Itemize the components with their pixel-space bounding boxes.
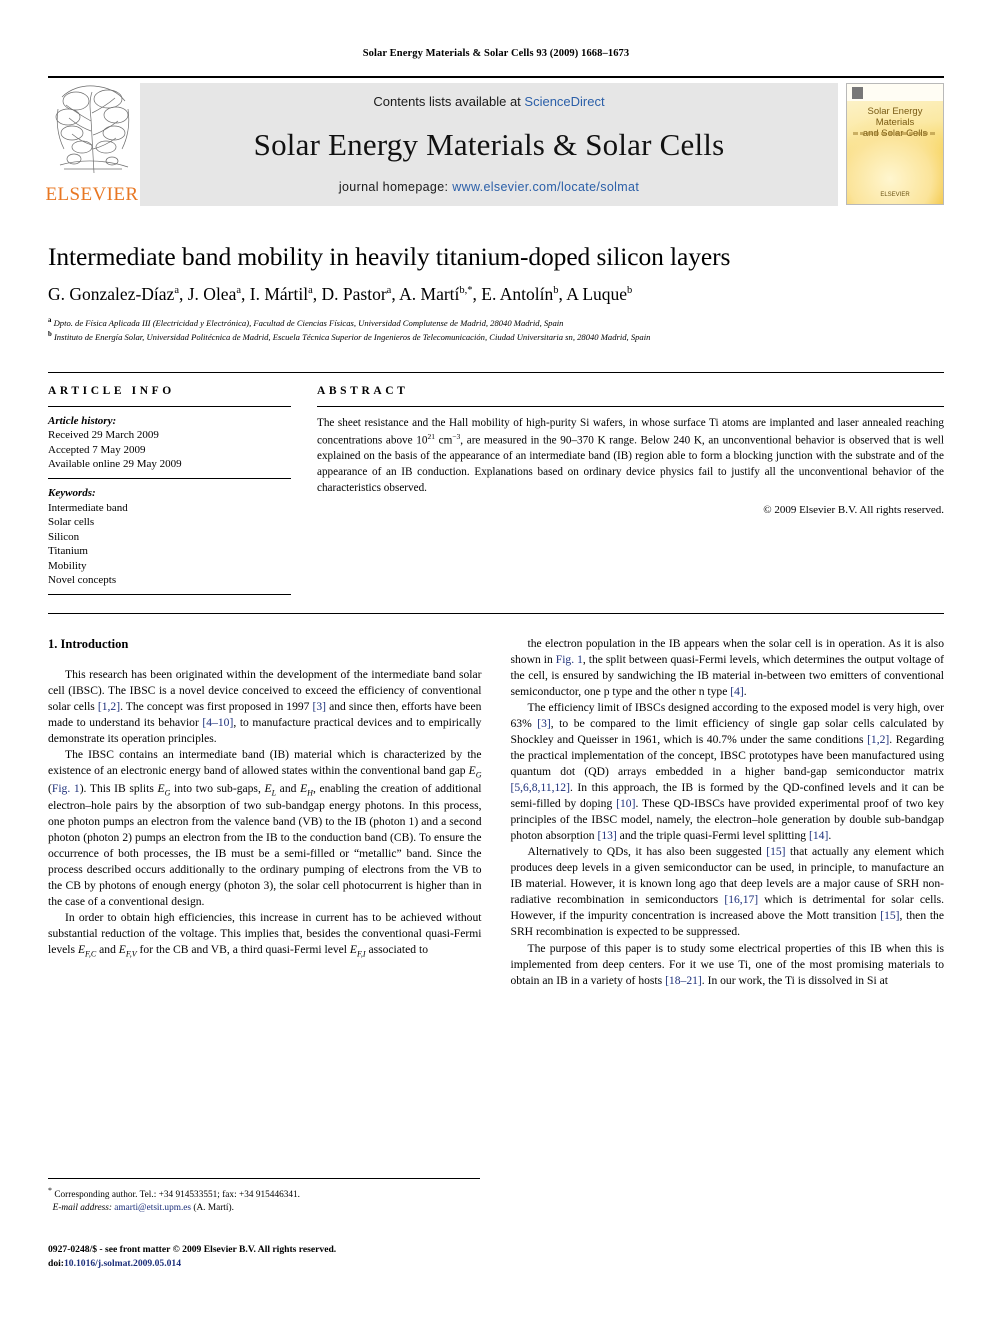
issn-line: 0927-0248/$ - see front matter © 2009 El…	[48, 1244, 337, 1255]
cover-title-line-1: Solar Energy Materials	[867, 106, 923, 128]
doi-link[interactable]: 10.1016/j.solmat.2009.05.014	[64, 1258, 181, 1269]
cover-subtitle-rule	[853, 132, 937, 135]
keyword-item: Solar cells	[48, 516, 95, 529]
email-label: E-mail address:	[52, 1202, 112, 1213]
affiliation-b-text: Instituto de Energía Solar, Universidad …	[53, 331, 651, 342]
title-block: Intermediate band mobility in heavily ti…	[48, 242, 944, 343]
body-divider-rule	[48, 612, 944, 614]
paragraph: In order to obtain high efficiencies, th…	[48, 911, 482, 959]
contents-list-line: Contents lists available at ScienceDirec…	[373, 94, 604, 109]
article-accepted: Accepted 7 May 2009	[48, 443, 146, 456]
affiliations: a Dpto. de Física Aplicada III (Electric…	[48, 316, 944, 343]
running-head: Solar Energy Materials & Solar Cells 93 …	[362, 48, 630, 59]
keyword-item: Intermediate band	[48, 501, 128, 514]
article-info-heading: ARTICLE INFO	[48, 384, 175, 397]
paragraph: The purpose of this paper is to study so…	[510, 941, 945, 987]
section-heading-introduction: 1. Introduction	[48, 636, 129, 651]
body-columns: 1. Introduction This research has been o…	[48, 636, 944, 989]
elsevier-tree-icon	[52, 83, 132, 175]
body-column-left: 1. Introduction This research has been o…	[48, 636, 482, 989]
abstract-copyright: © 2009 Elsevier B.V. All rights reserved…	[763, 504, 944, 517]
info-abstract-band: ARTICLE INFO Article history: Received 2…	[48, 371, 944, 595]
email-link[interactable]: amarti@etsit.upm.es	[114, 1203, 191, 1213]
article-history-block: Article history: Received 29 March 2009 …	[48, 407, 291, 478]
journal-cover-thumbnail: Solar Energy Materials and Solar Cells E…	[846, 83, 944, 205]
elsevier-logo: ELSEVIER	[45, 83, 140, 206]
homepage-prefix: journal homepage:	[338, 180, 453, 194]
keyword-item: Titanium	[48, 545, 88, 558]
journal-cover: Solar Energy Materials and Solar Cells E…	[838, 83, 944, 206]
sciencedirect-link[interactable]: ScienceDirect	[524, 94, 604, 109]
keywords-label: Keywords:	[48, 487, 96, 499]
paragraph: Alternatively to QDs, it has also been s…	[510, 845, 945, 939]
keywords-block: Keywords: Intermediate band Solar cells …	[48, 479, 291, 594]
article-info-rule-bottom	[48, 593, 291, 595]
article-received: Received 29 March 2009	[48, 429, 159, 442]
email-owner: (A. Martí).	[193, 1202, 234, 1213]
paragraph: This research has been originated within…	[48, 667, 482, 746]
paragraph: The efficiency limit of IBSCs designed a…	[510, 700, 945, 843]
cover-elsevier-icon	[852, 87, 863, 99]
paper-page: Solar Energy Materials & Solar Cells 93 …	[0, 0, 992, 1323]
journal-masthead: ELSEVIER Contents lists available at Sci…	[45, 76, 944, 206]
page-footer: 0927-0248/$ - see front matter © 2009 El…	[48, 1243, 508, 1270]
keyword-item: Mobility	[48, 559, 87, 572]
article-title: Intermediate band mobility in heavily ti…	[48, 242, 731, 271]
email-line: E-mail address: amarti@etsit.upm.es (A. …	[48, 1202, 480, 1215]
journal-title: Solar Energy Materials & Solar Cells	[253, 126, 725, 162]
affiliation-a-text: Dpto. de Física Aplicada III (Electricid…	[53, 318, 564, 329]
journal-homepage-line: journal homepage: www.elsevier.com/locat…	[339, 180, 639, 194]
corresponding-author-footnote: * Corresponding author. Tel.: +34 914533…	[48, 1178, 480, 1215]
keyword-item: Silicon	[48, 530, 80, 543]
doi-label: doi:	[48, 1257, 64, 1269]
paragraph: the electron population in the IB appear…	[510, 636, 945, 698]
abstract-column: ABSTRACT The sheet resistance and the Ha…	[317, 385, 944, 595]
elsevier-wordmark: ELSEVIER	[45, 184, 139, 205]
corresponding-author-line: * Corresponding author. Tel.: +34 914533…	[48, 1186, 301, 1201]
article-available-online: Available online 29 May 2009	[48, 458, 182, 471]
article-history-label: Article history:	[48, 414, 117, 427]
author-list: G. Gonzalez-Díaza, J. Oleaa, I. Mártila,…	[48, 284, 633, 305]
doi-line: doi:10.1016/j.solmat.2009.05.014	[48, 1257, 508, 1271]
affiliation-a: a Dpto. de Física Aplicada III (Electric…	[48, 317, 564, 329]
abstract-text: The sheet resistance and the Hall mobili…	[317, 416, 945, 495]
paragraph: The IBSC contains an intermediate band (…	[48, 748, 482, 909]
article-info-column: ARTICLE INFO Article history: Received 2…	[48, 385, 291, 595]
body-column-right: the electron population in the IB appear…	[511, 636, 945, 989]
affiliation-b: b Instituto de Energía Solar, Universida…	[48, 330, 651, 342]
contents-prefix: Contents lists available at	[373, 94, 525, 109]
keyword-item: Novel concepts	[48, 574, 117, 587]
journal-homepage-link[interactable]: www.elsevier.com/locate/solmat	[452, 180, 639, 194]
cover-publisher-mark: ELSEVIER	[880, 192, 910, 198]
masthead-center: Contents lists available at ScienceDirec…	[140, 83, 838, 206]
abstract-heading: ABSTRACT	[317, 384, 409, 397]
